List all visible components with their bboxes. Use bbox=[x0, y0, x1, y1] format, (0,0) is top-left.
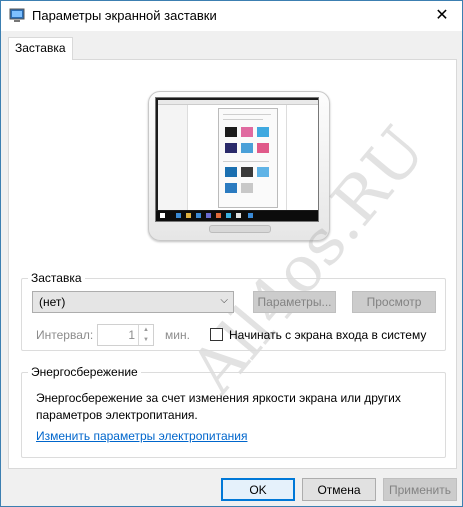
preview-taskbar-icon bbox=[236, 213, 241, 218]
preview-thumbnail bbox=[225, 183, 237, 193]
monitor-preview bbox=[148, 91, 330, 241]
preview-screen bbox=[155, 97, 319, 222]
power-group-legend: Энергосбережение bbox=[28, 365, 141, 379]
close-icon: ✕ bbox=[435, 7, 449, 24]
preview-dialog bbox=[218, 108, 278, 208]
preview-line bbox=[223, 114, 271, 115]
title-bar[interactable]: Параметры экранной заставки ✕ bbox=[1, 1, 462, 31]
preview-thumbnail bbox=[241, 143, 253, 153]
preview-taskbar-icon bbox=[216, 213, 221, 218]
preview-taskbar-icon bbox=[160, 213, 165, 218]
stepper-arrows: ▲ ▼ bbox=[138, 325, 153, 345]
interval-value: 1 bbox=[128, 328, 135, 342]
screensaver-group: Заставка (нет) ⌵ Параметры... Просмотр И… bbox=[21, 271, 446, 351]
stepper-down-icon[interactable]: ▼ bbox=[139, 335, 153, 345]
stepper-up-icon[interactable]: ▲ bbox=[139, 325, 153, 335]
preview-line bbox=[223, 161, 269, 162]
preview-desktop-window bbox=[158, 100, 318, 210]
preview-taskbar-icon bbox=[196, 213, 201, 218]
preview-taskbar-icon bbox=[248, 213, 253, 218]
interval-label: Интервал: bbox=[36, 328, 94, 342]
power-settings-link[interactable]: Изменить параметры электропитания bbox=[36, 429, 247, 443]
logon-checkbox-label[interactable]: Начинать с экрана входа в систему bbox=[229, 328, 426, 342]
preview-taskbar-icon bbox=[226, 213, 231, 218]
screensaver-app-icon bbox=[9, 8, 25, 22]
preview-thumbnail bbox=[257, 127, 269, 137]
preview-thumbnail bbox=[257, 143, 269, 153]
preview-thumbnail bbox=[225, 143, 237, 153]
ok-button[interactable]: OK bbox=[221, 478, 295, 501]
apply-button[interactable]: Применить bbox=[383, 478, 457, 501]
window-title: Параметры экранной заставки bbox=[32, 8, 217, 23]
preview-thumbnail bbox=[257, 167, 269, 177]
preview-taskbar bbox=[156, 211, 318, 221]
chevron-down-icon: ⌵ bbox=[220, 295, 228, 306]
preview-right-panel bbox=[286, 105, 318, 210]
preview-thumbnail bbox=[241, 167, 253, 177]
preview-thumbnail bbox=[241, 183, 253, 193]
preview-window-sidebar bbox=[158, 105, 188, 210]
power-description: Энергосбережение за счет изменения яркос… bbox=[36, 391, 401, 422]
preview-taskbar-icon bbox=[186, 213, 191, 218]
screensaver-group-legend: Заставка bbox=[28, 271, 85, 285]
cancel-button[interactable]: Отмена bbox=[302, 478, 376, 501]
preview-taskbar-icon bbox=[176, 213, 181, 218]
monitor-stand bbox=[209, 225, 271, 233]
preview-thumbnail bbox=[241, 127, 253, 137]
screensaver-settings-window: Параметры экранной заставки ✕ Заставка A… bbox=[0, 0, 463, 507]
power-group: Энергосбережение Энергосбережение за сче… bbox=[21, 365, 446, 458]
settings-button[interactable]: Параметры... bbox=[253, 291, 336, 313]
interval-stepper[interactable]: 1 ▲ ▼ bbox=[97, 324, 154, 346]
tab-screensaver[interactable]: Заставка bbox=[8, 37, 73, 60]
preview-button[interactable]: Просмотр bbox=[352, 291, 436, 313]
preview-thumbnail bbox=[225, 127, 237, 137]
preview-line bbox=[223, 119, 263, 120]
preview-taskbar-icon bbox=[206, 213, 211, 218]
logon-checkbox[interactable] bbox=[210, 328, 223, 341]
preview-thumbnail bbox=[225, 167, 237, 177]
screensaver-select[interactable]: (нет) ⌵ bbox=[32, 291, 234, 313]
screensaver-select-value: (нет) bbox=[39, 295, 66, 309]
interval-unit: мин. bbox=[165, 328, 190, 342]
close-button[interactable]: ✕ bbox=[424, 1, 460, 29]
tab-panel-screensaver: All4os.RU Заставка (нет) ⌵ Параметры... … bbox=[8, 59, 457, 469]
